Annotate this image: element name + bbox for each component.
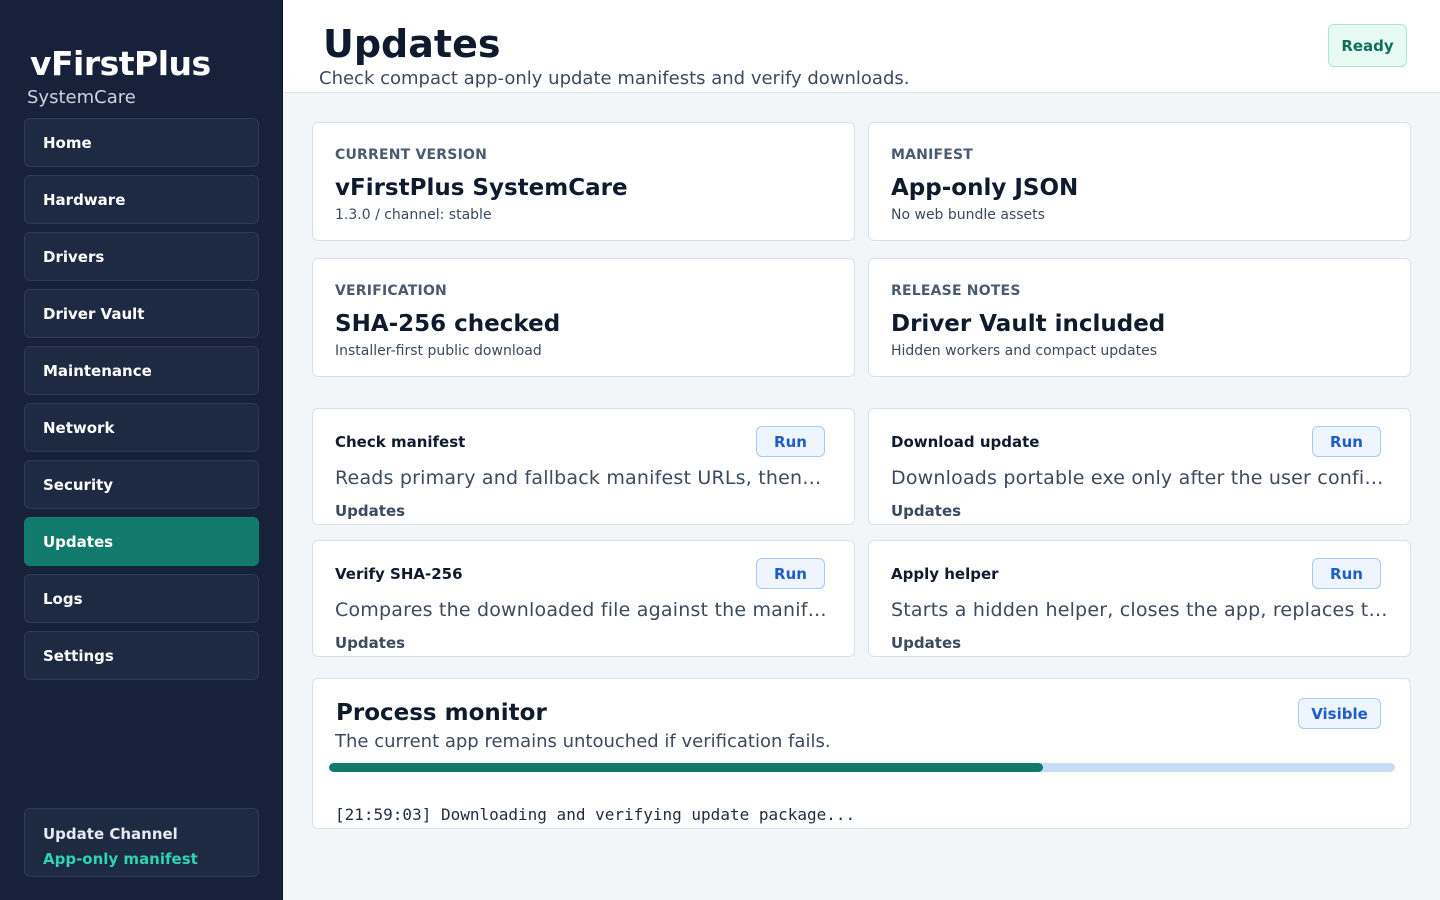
info-card-value: vFirstPlus SystemCare — [335, 175, 628, 201]
task-description: Reads primary and fallback manifest URLs… — [335, 467, 822, 489]
task-tag: Updates — [891, 502, 962, 520]
task-title: Apply helper — [891, 565, 999, 583]
info-card-verification: VERIFICATION SHA-256 checked Installer-f… — [312, 258, 855, 377]
task-title: Verify SHA-256 — [335, 565, 463, 583]
sidebar-item-logs[interactable]: Logs — [24, 574, 259, 623]
info-card-note: 1.3.0 / channel: stable — [335, 207, 492, 223]
run-check-manifest-button[interactable]: Run — [756, 426, 825, 457]
sidebar-nav: Home Hardware Drivers Driver Vault Maint… — [24, 118, 259, 688]
task-description: Downloads portable exe only after the us… — [891, 467, 1391, 489]
task-title: Check manifest — [335, 433, 466, 451]
visibility-badge[interactable]: Visible — [1298, 698, 1381, 729]
info-card-current-version: CURRENT VERSION vFirstPlus SystemCare 1.… — [312, 122, 855, 241]
info-card-value: App-only JSON — [891, 175, 1079, 201]
sidebar-item-driver-vault[interactable]: Driver Vault — [24, 289, 259, 338]
sidebar-item-drivers[interactable]: Drivers — [24, 232, 259, 281]
task-tag: Updates — [891, 634, 962, 652]
update-channel-value: App-only manifest — [43, 850, 198, 868]
info-card-manifest: MANIFEST App-only JSON No web bundle ass… — [868, 122, 1411, 241]
sidebar-item-maintenance[interactable]: Maintenance — [24, 346, 259, 395]
info-card-value: SHA-256 checked — [335, 311, 561, 337]
info-card-label: MANIFEST — [891, 147, 974, 163]
sidebar-item-network[interactable]: Network — [24, 403, 259, 452]
brand-title: vFirstPlus — [30, 44, 211, 83]
info-card-note: Hidden workers and compact updates — [891, 343, 1158, 359]
sidebar-item-home[interactable]: Home — [24, 118, 259, 167]
task-description: Starts a hidden helper, closes the app, … — [891, 599, 1391, 621]
log-line: [21:59:03] Downloading and verifying upd… — [335, 805, 856, 824]
process-monitor-subtitle: The current app remains untouched if ver… — [335, 731, 831, 750]
info-card-label: VERIFICATION — [335, 283, 447, 299]
page-title: Updates — [323, 22, 501, 66]
sidebar: vFirstPlus SystemCare Home Hardware Driv… — [0, 0, 283, 900]
task-card-check-manifest: Check manifest Run Reads primary and fal… — [312, 408, 855, 525]
process-monitor: Process monitor The current app remains … — [312, 678, 1411, 829]
info-card-note: No web bundle assets — [891, 207, 1045, 223]
info-card-note: Installer-first public download — [335, 343, 542, 359]
info-card-label: CURRENT VERSION — [335, 147, 487, 163]
info-card-value: Driver Vault included — [891, 311, 1166, 337]
run-apply-helper-button[interactable]: Run — [1312, 558, 1381, 589]
task-description: Compares the downloaded file against the… — [335, 599, 835, 621]
sidebar-item-security[interactable]: Security — [24, 460, 259, 509]
update-channel-panel: Update Channel App-only manifest — [24, 808, 259, 877]
progress-bar — [329, 763, 1395, 772]
page-subtitle: Check compact app-only update manifests … — [319, 68, 910, 89]
page-header: Updates Check compact app-only update ma… — [283, 0, 1440, 93]
process-monitor-title: Process monitor — [336, 700, 547, 726]
info-card-release-notes: RELEASE NOTES Driver Vault included Hidd… — [868, 258, 1411, 377]
status-badge: Ready — [1328, 24, 1407, 67]
run-download-update-button[interactable]: Run — [1312, 426, 1381, 457]
task-card-apply-helper: Apply helper Run Starts a hidden helper,… — [868, 540, 1411, 657]
task-tag: Updates — [335, 502, 406, 520]
task-title: Download update — [891, 433, 1040, 451]
update-channel-title: Update Channel — [43, 825, 178, 843]
sidebar-item-updates[interactable]: Updates — [24, 517, 259, 566]
task-card-download-update: Download update Run Downloads portable e… — [868, 408, 1411, 525]
sidebar-item-settings[interactable]: Settings — [24, 631, 259, 680]
run-verify-sha256-button[interactable]: Run — [756, 558, 825, 589]
task-card-verify-sha256: Verify SHA-256 Run Compares the download… — [312, 540, 855, 657]
sidebar-item-hardware[interactable]: Hardware — [24, 175, 259, 224]
info-card-label: RELEASE NOTES — [891, 283, 1021, 299]
brand-subtitle: SystemCare — [27, 87, 136, 108]
progress-bar-fill — [329, 763, 1044, 772]
task-tag: Updates — [335, 634, 406, 652]
